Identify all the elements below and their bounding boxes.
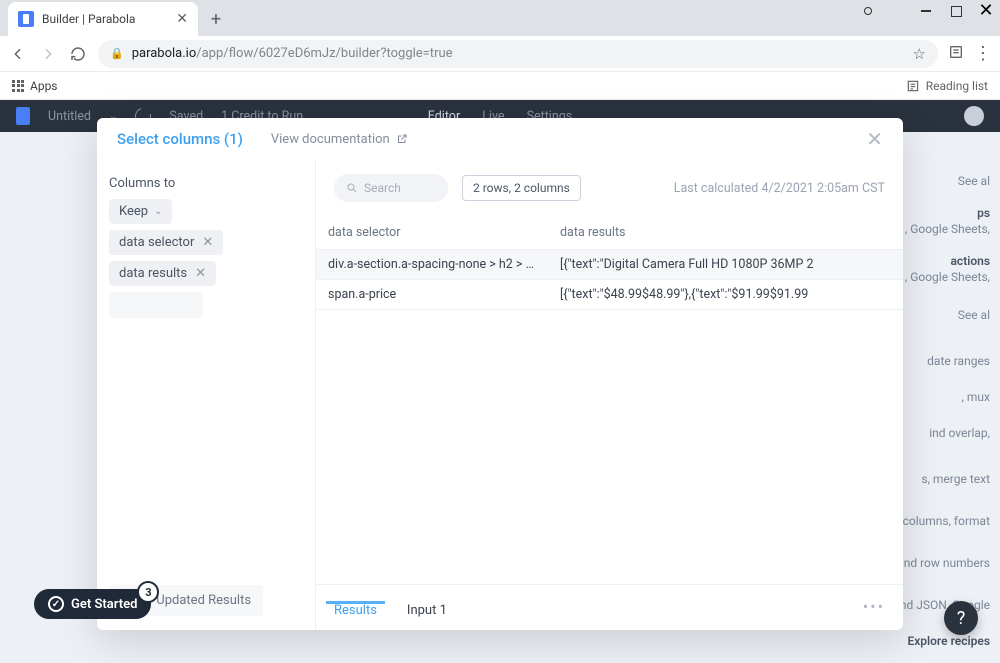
get-started-button[interactable]: ✓ Get Started 3 [34, 589, 151, 619]
table-row[interactable]: span.a-price [{"text":"$48.99$48.99"},{"… [316, 280, 903, 310]
remove-tag-icon[interactable]: ✕ [202, 235, 213, 250]
tab-input-1[interactable]: Input 1 [407, 603, 447, 630]
check-icon: ✓ [48, 596, 64, 612]
window-maximize[interactable] [950, 5, 962, 17]
select-columns-modal: Select columns (1) View documentation ✕ … [97, 118, 903, 630]
column-header[interactable]: data selector [316, 225, 548, 240]
column-tag-data-selector[interactable]: data selector ✕ [109, 230, 223, 255]
modal-header: Select columns (1) View documentation ✕ [97, 118, 903, 160]
remove-tag-icon[interactable]: ✕ [195, 266, 206, 281]
close-modal-button[interactable]: ✕ [866, 127, 883, 151]
results-table: data selector data results div.a-section… [316, 216, 903, 584]
table-row[interactable]: div.a-section.a-spacing-none > h2 > a > … [316, 250, 903, 280]
window-minimize[interactable] [920, 5, 932, 17]
tab-title: Builder | Parabola [42, 12, 168, 26]
help-button[interactable]: ? [944, 601, 978, 635]
last-calculated-label: Last calculated 4/2/2021 2:05am CST [674, 181, 885, 196]
reading-list-button[interactable]: Reading list [906, 79, 988, 93]
url-text: parabola.io/app/flow/6027eD6mJz/builder?… [132, 46, 905, 61]
add-tag-input[interactable] [109, 292, 203, 318]
keep-dropdown[interactable]: Keep ⌄ [109, 199, 172, 224]
reading-mode-icon[interactable] [948, 44, 964, 64]
forward-button[interactable] [38, 44, 58, 64]
external-link-icon [396, 133, 408, 145]
search-input[interactable]: Search [334, 174, 448, 202]
row-column-count: 2 rows, 2 columns [462, 175, 581, 201]
lock-icon: 🔒 [110, 47, 124, 60]
right-panel: Search 2 rows, 2 columns Last calculated… [316, 160, 903, 630]
left-panel: Columns to Keep ⌄ data selector ✕ data r… [97, 160, 316, 630]
bookmark-star-icon[interactable]: ☆ [913, 45, 926, 63]
parabola-logo[interactable] [16, 107, 30, 125]
modal-title: Select columns (1) [117, 130, 243, 148]
new-tab-button[interactable]: + [202, 5, 230, 33]
close-tab-icon[interactable]: ✕ [176, 11, 188, 27]
chevron-down-icon: ⌄ [154, 206, 162, 217]
avatar[interactable] [964, 106, 984, 126]
chrome-profile-dot[interactable] [864, 7, 872, 15]
columns-to-label: Columns to [109, 176, 303, 191]
more-options-icon[interactable]: ••• [863, 597, 885, 616]
reload-button[interactable] [68, 44, 88, 64]
results-tabs: Results Input 1 ••• [316, 584, 903, 630]
chrome-tab-strip: Builder | Parabola ✕ + [0, 0, 1000, 36]
column-header[interactable]: data results [548, 225, 903, 240]
chrome-menu-icon[interactable]: ⋮ [974, 43, 992, 64]
address-bar[interactable]: 🔒 parabola.io/app/flow/6027eD6mJz/builde… [98, 40, 938, 68]
view-documentation-link[interactable]: View documentation [271, 132, 408, 147]
workspace-name[interactable]: Untitled [48, 109, 91, 124]
tab-results[interactable]: Results [334, 603, 377, 630]
browser-tab[interactable]: Builder | Parabola ✕ [8, 2, 198, 36]
window-close[interactable]: ✕ [980, 5, 992, 17]
column-tag-data-results[interactable]: data results ✕ [109, 261, 216, 286]
back-button[interactable] [8, 44, 28, 64]
bookmark-bar: Apps Reading list [0, 72, 1000, 100]
apps-button[interactable]: Apps [12, 79, 58, 93]
tab-favicon [18, 11, 34, 27]
search-icon [346, 182, 358, 194]
chrome-toolbar: 🔒 parabola.io/app/flow/6027eD6mJz/builde… [0, 36, 1000, 72]
apps-grid-icon [12, 80, 24, 92]
table-header-row: data selector data results [316, 216, 903, 250]
